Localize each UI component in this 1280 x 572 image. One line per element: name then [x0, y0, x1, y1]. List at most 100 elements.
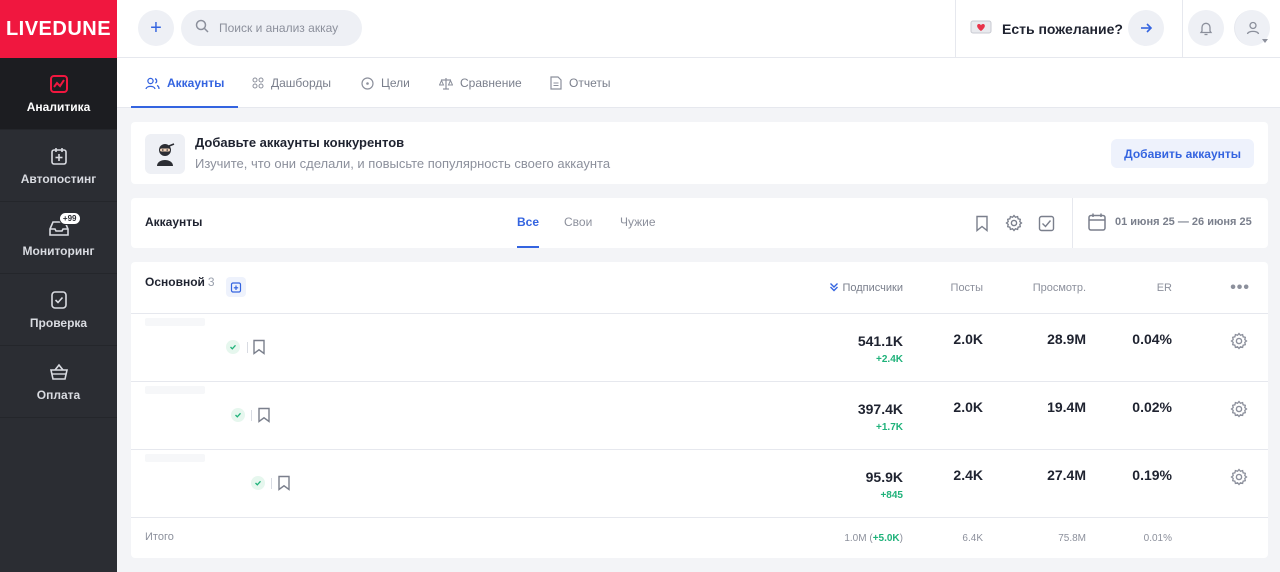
promo-title: Добавьте аккаунты конкурентов: [195, 135, 405, 150]
table-row[interactable]: 95.9K +845 2.4K 27.4M 0.19%: [131, 450, 1268, 518]
posts-value: 2.0K: [953, 399, 983, 415]
wish-section[interactable]: Есть пожелание?: [955, 0, 1183, 58]
sidebar-item-autoposting[interactable]: Автопостинг: [0, 130, 117, 202]
accounts-filter-bar: Аккаунты Все Свои Чужие 01 июня 25 — 26 …: [131, 198, 1268, 248]
sidebar: LIVEDUNE Аналитика Автопостинг +99 Монит…: [0, 0, 117, 572]
inbox-icon: +99: [48, 212, 81, 239]
column-label: Подписчики: [842, 282, 903, 294]
subscribers-delta: +845: [880, 490, 903, 501]
table-row[interactable]: 397.4K +1.7K 2.0K 19.4M 0.02%: [131, 382, 1268, 450]
date-range-picker[interactable]: 01 июня 25 — 26 июня 25: [1087, 212, 1252, 232]
column-posts[interactable]: Посты: [951, 282, 983, 294]
subscribers-value: 95.9K: [865, 469, 903, 485]
add-button[interactable]: +: [138, 10, 174, 46]
bookmark-icon[interactable]: [252, 339, 266, 360]
sidebar-item-payment[interactable]: Оплата: [0, 346, 117, 418]
sidebar-item-check[interactable]: Проверка: [0, 274, 117, 346]
document-icon: [550, 76, 562, 90]
table-header: Основной 3 Подписчики Посты Просмотр. ER …: [131, 262, 1268, 314]
tab-label: Цели: [381, 76, 410, 90]
target-icon: [361, 76, 374, 90]
group-count: 3: [207, 275, 215, 289]
tab-label: Сравнение: [460, 76, 522, 90]
subscribers-value: 397.4K: [857, 401, 903, 417]
tab-label: Дашборды: [271, 76, 331, 90]
views-value: 27.4M: [1047, 467, 1086, 483]
grid-icon: [252, 77, 264, 89]
totals-subscribers-value: 1.0M: [844, 533, 867, 544]
sidebar-item-label: Аналитика: [26, 100, 91, 114]
column-views[interactable]: Просмотр.: [1033, 282, 1086, 294]
views-value: 28.9M: [1047, 331, 1086, 347]
add-accounts-button[interactable]: Добавить аккаунты: [1111, 139, 1254, 168]
table-row[interactable]: 541.1K +2.4K 2.0K 28.9M 0.04%: [131, 314, 1268, 382]
tab-dashboards[interactable]: Дашборды: [252, 58, 331, 108]
column-er[interactable]: ER: [1157, 282, 1172, 294]
wish-arrow-button[interactable]: [1128, 10, 1164, 46]
promo-card: Добавьте аккаунты конкурентов Изучите, ч…: [131, 122, 1268, 184]
bookmark-icon[interactable]: [972, 213, 992, 233]
sort-desc-icon: [830, 283, 839, 292]
account-name-placeholder: [145, 386, 205, 394]
er-value: 0.02%: [1132, 399, 1172, 415]
tab-goals[interactable]: Цели: [361, 58, 410, 108]
search-box[interactable]: [181, 10, 362, 46]
totals-subscribers-delta: +5.0K: [872, 533, 900, 544]
filter-tab-own[interactable]: Свои: [564, 215, 592, 229]
sidebar-item-label: Проверка: [29, 316, 88, 330]
calendar-icon: [1088, 213, 1106, 231]
row-settings-icon[interactable]: [1230, 468, 1248, 491]
row-settings-icon[interactable]: [1230, 332, 1248, 355]
users-icon: [145, 77, 160, 90]
ninja-icon: [145, 134, 185, 174]
bookmark-icon[interactable]: [257, 407, 271, 428]
tab-label: Аккаунты: [167, 76, 225, 90]
select-all-checkbox-icon[interactable]: [1036, 213, 1056, 233]
tab-accounts[interactable]: Аккаунты: [130, 58, 239, 108]
more-options-icon[interactable]: •••: [1230, 279, 1250, 297]
chart-icon: [48, 73, 70, 95]
sidebar-item-analytics[interactable]: Аналитика: [0, 58, 117, 130]
filter-tab-all[interactable]: Все: [517, 215, 540, 248]
filter-tab-others[interactable]: Чужие: [620, 215, 656, 229]
tab-compare[interactable]: Сравнение: [439, 58, 522, 108]
promo-subtitle: Изучите, что они сделали, и повысьте поп…: [195, 156, 611, 171]
views-value: 19.4M: [1047, 399, 1086, 415]
subscribers-delta: +1.7K: [876, 422, 903, 433]
calendar-plus-icon: [230, 282, 242, 293]
group-title[interactable]: Основной 3: [145, 275, 215, 289]
sidebar-item-label: Мониторинг: [22, 244, 95, 258]
sidebar-item-label: Автопостинг: [20, 172, 97, 186]
bell-icon: [1199, 22, 1213, 35]
filter-divider: [1072, 198, 1073, 248]
monitoring-badge: +99: [58, 212, 81, 225]
column-subscribers[interactable]: Подписчики: [829, 282, 903, 294]
er-value: 0.19%: [1132, 467, 1172, 483]
er-value: 0.04%: [1132, 331, 1172, 347]
totals-subscribers: 1.0M (+5.0K): [844, 533, 903, 544]
date-range-label: 01 июня 25 — 26 июня 25: [1115, 216, 1252, 228]
subscribers-value: 541.1K: [857, 333, 903, 349]
notifications-button[interactable]: [1188, 10, 1224, 46]
sidebar-item-label: Оплата: [36, 388, 81, 402]
group-name: Основной: [145, 275, 205, 289]
account-name-placeholder: [145, 318, 205, 326]
sidebar-item-monitoring[interactable]: +99 Мониторинг: [0, 202, 117, 274]
verified-check-icon: [226, 340, 240, 354]
filter-title: Аккаунты: [145, 215, 203, 229]
row-divider: [271, 478, 272, 489]
arrow-right-icon: [1141, 23, 1153, 33]
row-divider: [247, 342, 248, 353]
totals-views: 75.8M: [1058, 533, 1086, 544]
gear-icon[interactable]: [1004, 213, 1024, 233]
bookmark-icon[interactable]: [277, 475, 291, 496]
account-name-placeholder: [145, 454, 205, 462]
row-settings-icon[interactable]: [1230, 400, 1248, 423]
calendar-plus-icon: [48, 145, 70, 167]
add-to-group-button[interactable]: [226, 277, 246, 297]
livedune-logo[interactable]: LIVEDUNE: [0, 0, 117, 58]
search-input[interactable]: [219, 21, 339, 35]
tab-reports[interactable]: Отчеты: [550, 58, 610, 108]
totals-row: Итого 1.0M (+5.0K) 6.4K 75.8M 0.01%: [131, 518, 1268, 558]
user-menu-button[interactable]: [1234, 10, 1270, 46]
